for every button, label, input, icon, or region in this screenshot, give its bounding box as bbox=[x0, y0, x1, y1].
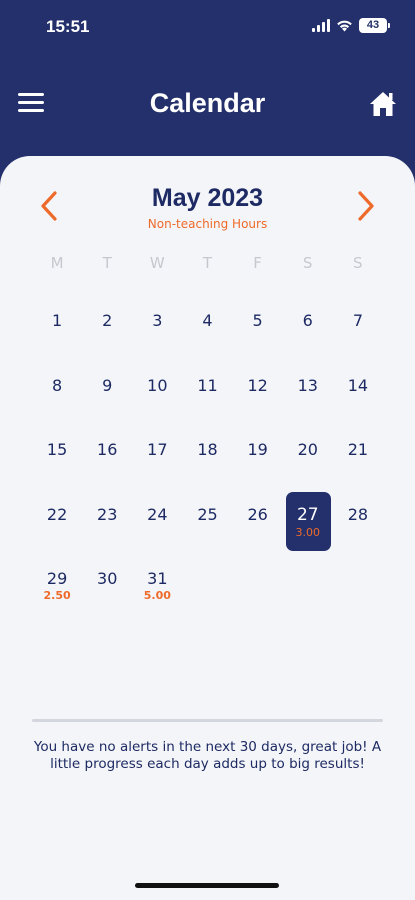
day-number: 12 bbox=[247, 375, 268, 395]
day-number: 25 bbox=[197, 504, 218, 524]
status-bar: 15:51 43 bbox=[0, 0, 415, 60]
calendar-day-24[interactable]: 24 bbox=[132, 492, 182, 557]
weekday-label: M bbox=[50, 254, 64, 272]
day-number: 15 bbox=[46, 440, 68, 459]
day-number: 14 bbox=[347, 375, 369, 395]
calendar-day-18[interactable]: 18 bbox=[182, 427, 232, 492]
calendar-day-28[interactable]: 28 bbox=[333, 492, 383, 557]
calendar-day-12[interactable]: 12 bbox=[233, 363, 283, 428]
day-number: 18 bbox=[197, 440, 218, 459]
day-number: 7 bbox=[352, 311, 363, 330]
day-number: 6 bbox=[302, 311, 313, 330]
calendar-day-15[interactable]: 15 bbox=[32, 427, 82, 492]
calendar-day-11[interactable]: 11 bbox=[182, 363, 232, 428]
day-number: 28 bbox=[347, 504, 369, 524]
weekday-label: W bbox=[149, 254, 165, 272]
day-number: 31 bbox=[147, 569, 168, 588]
calendar-day-16[interactable]: 16 bbox=[82, 427, 132, 492]
wifi-icon bbox=[337, 20, 352, 32]
page-title: Calendar bbox=[149, 88, 266, 118]
day-hours-badge: 3.00 bbox=[295, 525, 321, 539]
weekday-label: T bbox=[202, 254, 213, 272]
day-number: 1 bbox=[51, 311, 63, 330]
calendar-day-23[interactable]: 23 bbox=[82, 492, 132, 557]
weekday-label: T bbox=[102, 254, 112, 272]
calendar-subtitle: Non-teaching Hours bbox=[147, 217, 268, 231]
calendar-day-1[interactable]: 1 bbox=[32, 298, 82, 363]
day-hours-badge: 5.00 bbox=[143, 589, 171, 602]
calendar-day-31[interactable]: 31 5.00 bbox=[132, 556, 182, 621]
calendar-card: May 2023 Non-teaching Hours M T W T F S … bbox=[0, 156, 415, 900]
calendar-day-13[interactable]: 13 bbox=[283, 363, 333, 428]
day-number: 27 bbox=[296, 504, 319, 525]
day-number: 20 bbox=[297, 440, 318, 459]
day-number: 30 bbox=[97, 569, 118, 588]
calendar-day-grid: 1 2 3 4 5 6 7 8 9 10 11 12 13 14 15 16 17 18 19 20 21 22 23 24 2… bbox=[32, 298, 383, 621]
month-title: May 2023 bbox=[151, 184, 264, 212]
calendar-day-9[interactable]: 9 bbox=[82, 363, 132, 428]
day-number: 19 bbox=[247, 440, 268, 459]
home-indicator bbox=[135, 883, 279, 888]
calendar-day-7[interactable]: 7 bbox=[333, 298, 383, 363]
calendar-day-26[interactable]: 26 bbox=[233, 492, 283, 557]
calendar-day-27[interactable]: 27 3.00 bbox=[283, 491, 333, 557]
cellular-signal-icon bbox=[312, 19, 330, 32]
weekday-label: S bbox=[302, 254, 313, 272]
calendar-day-8[interactable]: 8 bbox=[32, 363, 82, 428]
calendar-day-29[interactable]: 29 2.50 bbox=[32, 556, 82, 621]
day-number: 8 bbox=[51, 375, 63, 395]
app-header: Calendar bbox=[0, 60, 415, 155]
day-number: 21 bbox=[347, 440, 369, 459]
calendar-day-3[interactable]: 3 bbox=[132, 298, 182, 363]
weekday-label: F bbox=[253, 254, 262, 272]
next-month-chevron-icon[interactable] bbox=[355, 189, 377, 223]
day-number: 11 bbox=[197, 375, 218, 395]
day-number: 13 bbox=[297, 375, 318, 395]
day-number: 26 bbox=[247, 504, 268, 524]
day-number: 22 bbox=[46, 504, 68, 524]
home-icon[interactable] bbox=[368, 90, 398, 118]
calendar-day-21[interactable]: 21 bbox=[333, 427, 383, 492]
status-icons: 43 bbox=[312, 18, 390, 33]
calendar-day-17[interactable]: 17 bbox=[132, 427, 182, 492]
calendar-day-6[interactable]: 6 bbox=[283, 298, 333, 363]
day-hours-badge: 2.50 bbox=[43, 589, 71, 602]
day-number: 24 bbox=[147, 504, 168, 524]
calendar-day-2[interactable]: 2 bbox=[82, 298, 132, 363]
day-number: 3 bbox=[152, 311, 163, 330]
calendar-day-25[interactable]: 25 bbox=[182, 492, 232, 557]
calendar-day-30[interactable]: 30 bbox=[82, 556, 132, 621]
status-time: 15:51 bbox=[46, 17, 90, 36]
day-number: 9 bbox=[102, 375, 113, 395]
day-number: 2 bbox=[102, 311, 113, 330]
calendar-day-10[interactable]: 10 bbox=[132, 363, 182, 428]
weekday-label: S bbox=[353, 254, 363, 272]
calendar-day-22[interactable]: 22 bbox=[32, 492, 82, 557]
calendar-day-19[interactable]: 19 bbox=[233, 427, 283, 492]
weekday-header: M T W T F S S bbox=[32, 254, 383, 272]
calendar-day-14[interactable]: 14 bbox=[333, 363, 383, 428]
calendar-day-20[interactable]: 20 bbox=[283, 427, 333, 492]
calendar-day-4[interactable]: 4 bbox=[182, 298, 232, 363]
day-number: 10 bbox=[147, 375, 168, 395]
calendar-day-5[interactable]: 5 bbox=[233, 298, 283, 363]
day-number: 4 bbox=[202, 311, 213, 330]
day-number: 29 bbox=[46, 569, 68, 588]
day-number: 16 bbox=[97, 440, 118, 459]
day-number: 5 bbox=[252, 311, 263, 330]
day-number: 23 bbox=[97, 504, 118, 524]
divider bbox=[32, 719, 383, 722]
alerts-message: You have no alerts in the next 30 days, … bbox=[33, 739, 382, 772]
day-number: 17 bbox=[147, 440, 168, 459]
battery-icon: 43 bbox=[359, 18, 390, 33]
